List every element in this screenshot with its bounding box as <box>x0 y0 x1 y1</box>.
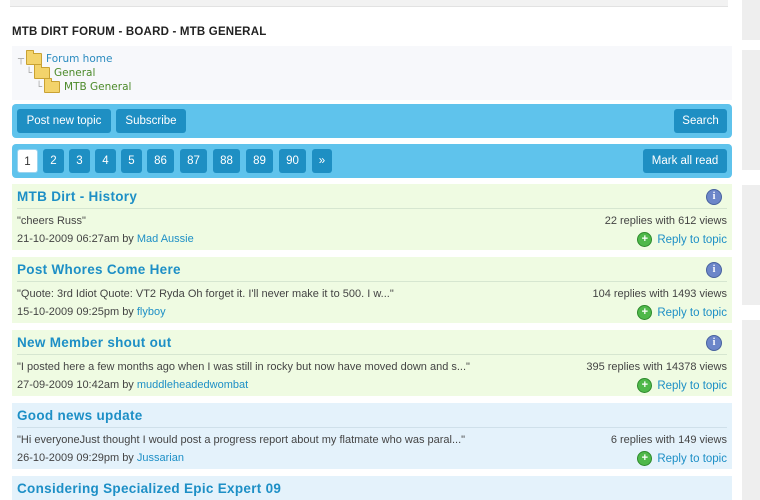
topic-row: New Member shout out i "I posted here a … <box>12 330 732 396</box>
search-button[interactable]: Search <box>674 109 727 133</box>
reply-label: Reply to topic <box>657 452 727 465</box>
topic-author-link[interactable]: muddleheadedwombat <box>137 379 248 391</box>
topic-title-link[interactable]: Good news update <box>17 408 143 423</box>
topic-title-link[interactable]: Post Whores Come Here <box>17 262 181 277</box>
page-86-link[interactable]: 86 <box>147 149 174 173</box>
mark-all-read-button[interactable]: Mark all read <box>643 149 727 173</box>
plus-circle-icon: + <box>637 451 653 466</box>
reply-label: Reply to topic <box>657 379 727 392</box>
divider <box>17 281 727 282</box>
plus-circle-icon: + <box>637 378 653 393</box>
plus-circle-icon: + <box>637 305 653 320</box>
breadcrumb: ┬ Forum home └ General └ MTB General <box>12 46 732 100</box>
topic-excerpt: "I posted here a few months ago when I w… <box>17 361 470 373</box>
topic-date: 27-09-2009 10:42am by <box>17 379 134 391</box>
topic-excerpt: "Hi everyoneJust thought I would post a … <box>17 434 466 446</box>
topic-date: 21-10-2009 06:27am by <box>17 233 134 245</box>
breadcrumb-forum-home[interactable]: ┬ Forum home <box>18 50 113 65</box>
info-icon[interactable]: i <box>706 262 722 278</box>
page-87-link[interactable]: 87 <box>180 149 207 173</box>
topic-title-link[interactable]: MTB Dirt - History <box>17 189 137 204</box>
topic-stats: 395 replies with 14378 views <box>586 361 727 373</box>
tree-connector: └ <box>36 81 43 93</box>
topic-meta: 27-09-2009 10:42am by muddleheadedwombat <box>17 379 248 391</box>
topic-stats: 22 replies with 612 views <box>604 215 727 227</box>
topic-row: MTB Dirt - History i "cheers Russ" 22 re… <box>12 184 732 250</box>
next-page-link[interactable]: » <box>312 149 332 173</box>
post-new-topic-button[interactable]: Post new topic <box>17 109 111 133</box>
breadcrumb-label: MTB General <box>64 81 132 93</box>
topic-stats: 6 replies with 149 views <box>610 434 727 446</box>
topic-meta: 26-10-2009 09:29pm by Jussarian <box>17 452 184 464</box>
tree-connector: └ <box>26 67 33 79</box>
page-title: MTB DIRT FORUM - BOARD - MTB GENERAL <box>12 26 267 38</box>
subscribe-button[interactable]: Subscribe <box>116 109 186 133</box>
folder-icon <box>44 78 61 93</box>
page-2-link[interactable]: 2 <box>43 149 64 173</box>
reply-to-topic-link[interactable]: + Reply to topic <box>637 451 727 466</box>
page-5-link[interactable]: 5 <box>121 149 142 173</box>
topic-date: 26-10-2009 09:29pm by <box>17 452 134 464</box>
breadcrumb-general[interactable]: └ General <box>26 64 96 79</box>
topic-row: Post Whores Come Here i "Quote: 3rd Idio… <box>12 257 732 323</box>
info-icon[interactable]: i <box>706 189 722 205</box>
page-4-link[interactable]: 4 <box>95 149 116 173</box>
topic-author-link[interactable]: Mad Aussie <box>137 233 194 245</box>
pagination-bar: 1 2 3 4 5 86 87 88 89 90 » Mark all read <box>12 144 732 178</box>
page-89-link[interactable]: 89 <box>246 149 273 173</box>
topic-excerpt: "cheers Russ" <box>17 215 86 227</box>
topic-meta: 15-10-2009 09:25pm by flyboy <box>17 306 166 318</box>
topic-stats: 104 replies with 1493 views <box>592 288 727 300</box>
topic-meta: 21-10-2009 06:27am by Mad Aussie <box>17 233 194 245</box>
page-88-link[interactable]: 88 <box>213 149 240 173</box>
topic-author-link[interactable]: Jussarian <box>137 452 184 464</box>
reply-label: Reply to topic <box>657 233 727 246</box>
reply-label: Reply to topic <box>657 306 727 319</box>
divider <box>17 208 727 209</box>
right-sidebar-edge <box>738 0 760 500</box>
topic-row: Considering Specialized Epic Expert 09 <box>12 476 732 500</box>
topic-row: Good news update "Hi everyoneJust though… <box>12 403 732 469</box>
breadcrumb-label: General <box>54 67 96 79</box>
reply-to-topic-link[interactable]: + Reply to topic <box>637 305 727 320</box>
topic-title-link[interactable]: Considering Specialized Epic Expert 09 <box>17 481 281 496</box>
breadcrumb-label: Forum home <box>46 53 113 65</box>
topic-date: 15-10-2009 09:25pm by <box>17 306 134 318</box>
page-90-link[interactable]: 90 <box>279 149 306 173</box>
page-1-link[interactable]: 1 <box>17 149 38 173</box>
topic-author-link[interactable]: flyboy <box>137 306 166 318</box>
page-3-link[interactable]: 3 <box>69 149 90 173</box>
info-icon[interactable]: i <box>706 335 722 351</box>
topic-title-link[interactable]: New Member shout out <box>17 335 172 350</box>
top-panel-edge <box>10 0 728 7</box>
breadcrumb-mtb-general[interactable]: └ MTB General <box>36 78 132 93</box>
reply-to-topic-link[interactable]: + Reply to topic <box>637 378 727 393</box>
divider <box>17 427 727 428</box>
topic-excerpt: "Quote: 3rd Idiot Quote: VT2 Ryda Oh for… <box>17 288 394 300</box>
plus-circle-icon: + <box>637 232 653 247</box>
reply-to-topic-link[interactable]: + Reply to topic <box>637 232 727 247</box>
action-toolbar: Post new topic Subscribe Search <box>12 104 732 138</box>
divider <box>17 354 727 355</box>
tree-connector: ┬ <box>18 53 25 65</box>
